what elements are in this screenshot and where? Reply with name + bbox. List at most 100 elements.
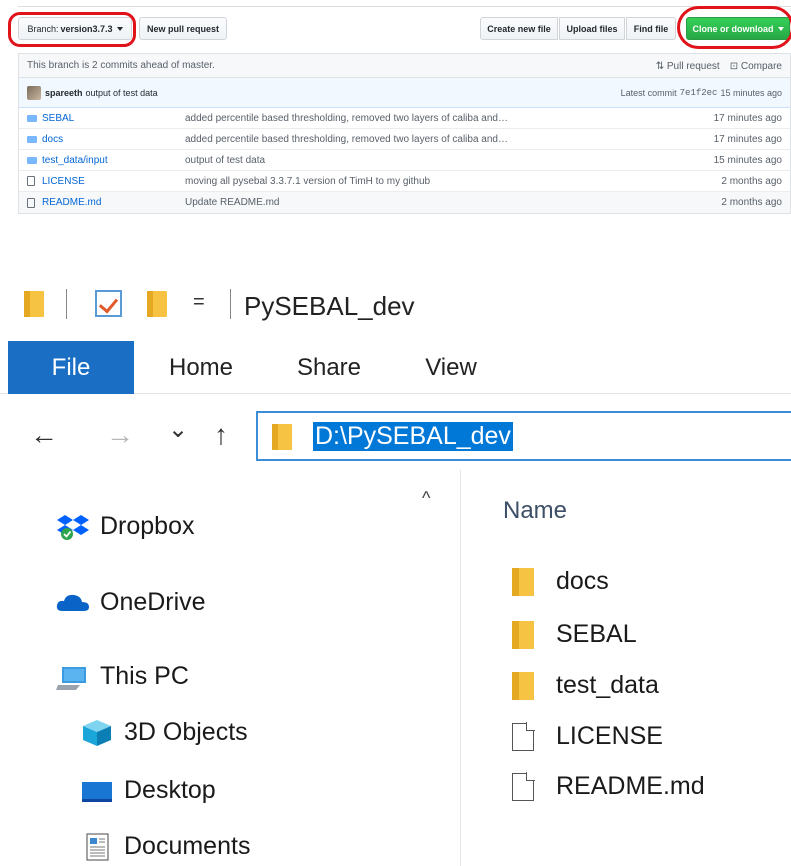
nav-item-label: This PC bbox=[100, 662, 189, 690]
nav-item-3d-objects[interactable]: 3D Objects bbox=[80, 718, 248, 747]
pull-request-label: Pull request bbox=[666, 60, 720, 72]
nav-item-dropbox[interactable]: Dropbox bbox=[56, 512, 195, 541]
navigation-bar: ← → ⌄ ↑ D:\PySEBAL_dev bbox=[0, 405, 791, 465]
commit-age: 15 minutes ago bbox=[720, 88, 782, 98]
file-table: This branch is 2 commits ahead of master… bbox=[18, 53, 791, 214]
commit-message[interactable]: output of test data bbox=[86, 88, 158, 98]
table-row: test_data/input output of test data 15 min… bbox=[19, 150, 790, 171]
file-name: docs bbox=[556, 567, 609, 595]
upload-files-button[interactable]: Upload files bbox=[559, 17, 625, 40]
tab-home[interactable]: Home bbox=[163, 341, 239, 394]
tab-view[interactable]: View bbox=[420, 341, 482, 394]
caret-down-icon bbox=[116, 26, 123, 31]
file-icon bbox=[27, 176, 37, 186]
table-row: docs added percentile based thresholding,… bbox=[19, 129, 790, 150]
documents-icon bbox=[80, 832, 114, 861]
computer-icon bbox=[56, 663, 90, 691]
pane-divider[interactable] bbox=[460, 470, 461, 866]
file-name: test_data bbox=[556, 671, 659, 699]
up-arrow-icon[interactable]: ↑ bbox=[214, 419, 228, 451]
recent-locations-icon[interactable]: ⌄ bbox=[168, 415, 188, 444]
create-new-file-button[interactable]: Create new file bbox=[480, 17, 558, 40]
file-name: README.md bbox=[556, 772, 705, 800]
file-name-link[interactable]: docs bbox=[42, 134, 185, 145]
quick-access-toolbar: = PySEBAL_dev bbox=[0, 283, 791, 327]
file-name-link[interactable]: LICENSE bbox=[42, 176, 185, 187]
nav-item-onedrive[interactable]: OneDrive bbox=[56, 588, 206, 617]
ahead-text: This branch is 2 commits ahead of master… bbox=[27, 60, 215, 71]
table-row: LICENSE moving all pysebal 3.3.7.1 versio… bbox=[19, 171, 790, 192]
tab-file[interactable]: File bbox=[8, 341, 134, 394]
divider bbox=[18, 6, 791, 7]
address-path[interactable]: D:\PySEBAL_dev bbox=[313, 422, 513, 451]
avatar[interactable] bbox=[27, 85, 41, 100]
github-repo-panel: Branch: version3.7.3 New pull request Cr… bbox=[0, 0, 791, 245]
monitor-icon bbox=[80, 777, 114, 805]
list-item[interactable]: test_data bbox=[512, 671, 659, 700]
ribbon-tabs: File Home Share View bbox=[0, 341, 791, 394]
nav-item-label: Desktop bbox=[124, 776, 216, 804]
folder-icon bbox=[512, 567, 534, 596]
folder-icon bbox=[512, 671, 534, 700]
commit-message-link[interactable]: added percentile based thresholding, rem… bbox=[185, 113, 508, 124]
list-item[interactable]: SEBAL bbox=[512, 620, 637, 649]
file-icon bbox=[512, 721, 535, 751]
commit-sha[interactable]: 7e1f2ec bbox=[680, 88, 718, 98]
back-arrow-icon[interactable]: ← bbox=[30, 419, 58, 451]
branch-label: Branch: bbox=[27, 23, 59, 34]
file-name-link[interactable]: SEBAL bbox=[42, 113, 185, 124]
nav-item-label: OneDrive bbox=[100, 588, 206, 616]
new-folder-icon[interactable] bbox=[147, 291, 167, 317]
branch-value: version3.7.3 bbox=[60, 23, 113, 34]
divider bbox=[230, 289, 231, 319]
nav-item-label: Documents bbox=[124, 832, 251, 860]
folder-icon bbox=[27, 135, 37, 143]
compare-label: Compare bbox=[740, 60, 782, 72]
file-name: LICENSE bbox=[556, 722, 663, 750]
table-row: README.md Update README.md 2 months ago bbox=[19, 192, 790, 213]
folder-icon bbox=[27, 156, 37, 164]
nav-item-documents[interactable]: Documents bbox=[80, 832, 250, 861]
commit-author[interactable]: spareeth bbox=[45, 88, 83, 98]
caret-down-icon bbox=[777, 26, 784, 31]
cloud-icon bbox=[56, 589, 90, 617]
tab-share[interactable]: Share bbox=[293, 341, 365, 394]
pull-request-icon: ⇅ bbox=[655, 60, 665, 72]
new-pull-request-button[interactable]: New pull request bbox=[139, 17, 227, 40]
commit-age: 2 months ago bbox=[721, 175, 782, 187]
branch-select-button[interactable]: Branch: version3.7.3 bbox=[18, 17, 132, 40]
scroll-up-icon[interactable]: ^ bbox=[422, 488, 430, 509]
latest-commit-label: Latest commit bbox=[620, 88, 677, 98]
find-file-button[interactable]: Find file bbox=[626, 17, 676, 40]
file-name-link[interactable]: test_data/input bbox=[42, 155, 185, 166]
pull-request-link[interactable]: ⇅ Pull request bbox=[656, 61, 720, 72]
folder-icon bbox=[27, 114, 37, 122]
commit-age: 17 minutes ago bbox=[713, 133, 782, 145]
commit-age: 17 minutes ago bbox=[713, 112, 782, 124]
list-item[interactable]: README.md bbox=[512, 771, 705, 801]
list-item[interactable]: LICENSE bbox=[512, 721, 663, 751]
commit-message-link[interactable]: output of test data bbox=[185, 155, 265, 166]
latest-commit-bar: spareeth output of test data Latest comm… bbox=[19, 78, 790, 108]
folder-icon bbox=[512, 620, 534, 649]
table-row: SEBAL added percentile based thresholding… bbox=[19, 108, 790, 129]
compare-link[interactable]: ⊡ Compare bbox=[730, 61, 782, 72]
branch-status-bar: This branch is 2 commits ahead of master… bbox=[19, 54, 790, 78]
column-header-name[interactable]: Name bbox=[503, 497, 567, 525]
clone-or-download-button[interactable]: Clone or download bbox=[686, 17, 790, 40]
file-name-link[interactable]: README.md bbox=[42, 197, 185, 208]
nav-item-desktop[interactable]: Desktop bbox=[80, 776, 216, 805]
divider bbox=[66, 289, 67, 319]
commit-message-link[interactable]: added percentile based thresholding, rem… bbox=[185, 134, 508, 145]
folder-icon bbox=[24, 291, 44, 317]
commit-message-link[interactable]: Update README.md bbox=[185, 197, 279, 208]
address-bar[interactable]: D:\PySEBAL_dev bbox=[256, 411, 791, 461]
forward-arrow-icon[interactable]: → bbox=[106, 419, 134, 451]
customize-toolbar-icon[interactable]: = bbox=[193, 291, 205, 314]
folder-icon bbox=[272, 424, 292, 450]
list-item[interactable]: docs bbox=[512, 567, 609, 596]
properties-checkmark-icon[interactable] bbox=[95, 290, 122, 317]
nav-item-this-pc[interactable]: This PC bbox=[56, 662, 189, 691]
dropbox-icon bbox=[56, 513, 90, 541]
commit-message-link[interactable]: moving all pysebal 3.3.7.1 version of Ti… bbox=[185, 176, 430, 187]
